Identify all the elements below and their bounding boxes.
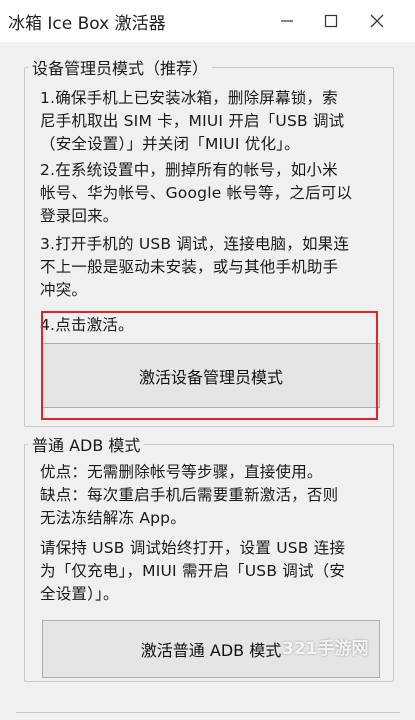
activate-device-admin-button[interactable]: 激活设备管理员模式 xyxy=(42,343,380,408)
step-1-line: （安全设置）」并关闭「MIUI 优化」。 xyxy=(40,135,300,153)
usb-note-text: 请保持 USB 调试始终打开，设置 USB 连接 为「仅充电」，MIUI 需开启… xyxy=(40,537,390,606)
step-1-line: 1.确保手机上已安装冰箱，删除屏幕锁，索 xyxy=(40,89,338,107)
step-2-text: 2.在系统设置中，删掉所有的帐号，如小米 帐号、华为帐号、Google 帐号等，… xyxy=(40,159,390,228)
close-icon xyxy=(370,14,384,28)
usb-note-line: 全设置）」。 xyxy=(40,585,119,603)
step-2-line: 登录回来。 xyxy=(40,207,119,225)
step-3-line: 不上一般是驱动未安装，或与其他手机助手 xyxy=(40,258,339,276)
adb-mode-legend: 普通 ADB 模式 xyxy=(28,432,145,456)
device-admin-legend: 设备管理员模式（推荐） xyxy=(28,55,213,79)
step-2-line: 2.在系统设置中，删掉所有的帐号，如小米 xyxy=(40,161,338,179)
usb-note-line: 请保持 USB 调试始终打开，设置 USB 连接 xyxy=(40,539,346,557)
step-1-text: 1.确保手机上已安装冰箱，删除屏幕锁，索 尼手机取出 SIM 卡，MIUI 开启… xyxy=(40,87,390,156)
bottom-divider xyxy=(16,712,400,713)
usb-note-line: 为「仅充电」，MIUI 需开启「USB 调试（安 xyxy=(40,562,346,580)
pros-cons-line: 无法冻结解冻 App。 xyxy=(40,509,186,527)
watermark: 321手游网 xyxy=(282,639,369,659)
step-3-line: 3.打开手机的 USB 调试，连接电脑，如果连 xyxy=(40,235,350,253)
minimize-icon xyxy=(281,20,293,22)
pros-cons-line: 缺点：每次重启手机后需要重新激活，否则 xyxy=(40,486,339,504)
step-3-text: 3.打开手机的 USB 调试，连接电脑，如果连 不上一般是驱动未安装，或与其他手… xyxy=(40,233,390,302)
pros-cons-line: 优点：无需删除帐号等步骤，直接使用。 xyxy=(40,463,323,481)
title-bar: 冰箱 Ice Box 激活器 xyxy=(0,0,415,42)
step-2-line: 帐号、华为帐号、Google 帐号等，之后可以 xyxy=(40,184,353,202)
minimize-button[interactable] xyxy=(265,0,309,42)
step-1-line: 尼手机取出 SIM 卡，MIUI 开启「USB 调试 xyxy=(40,112,345,130)
close-button[interactable] xyxy=(355,0,399,42)
pros-cons-text: 优点：无需删除帐号等步骤，直接使用。 缺点：每次重启手机后需要重新激活，否则 无… xyxy=(40,461,390,530)
step-4-line: 4.点击激活。 xyxy=(40,316,134,334)
window-title: 冰箱 Ice Box 激活器 xyxy=(8,14,166,34)
step-4-text: 4.点击激活。 xyxy=(40,314,390,337)
maximize-button[interactable] xyxy=(309,0,353,42)
maximize-icon xyxy=(324,14,338,28)
step-3-line: 冲突。 xyxy=(40,281,88,299)
